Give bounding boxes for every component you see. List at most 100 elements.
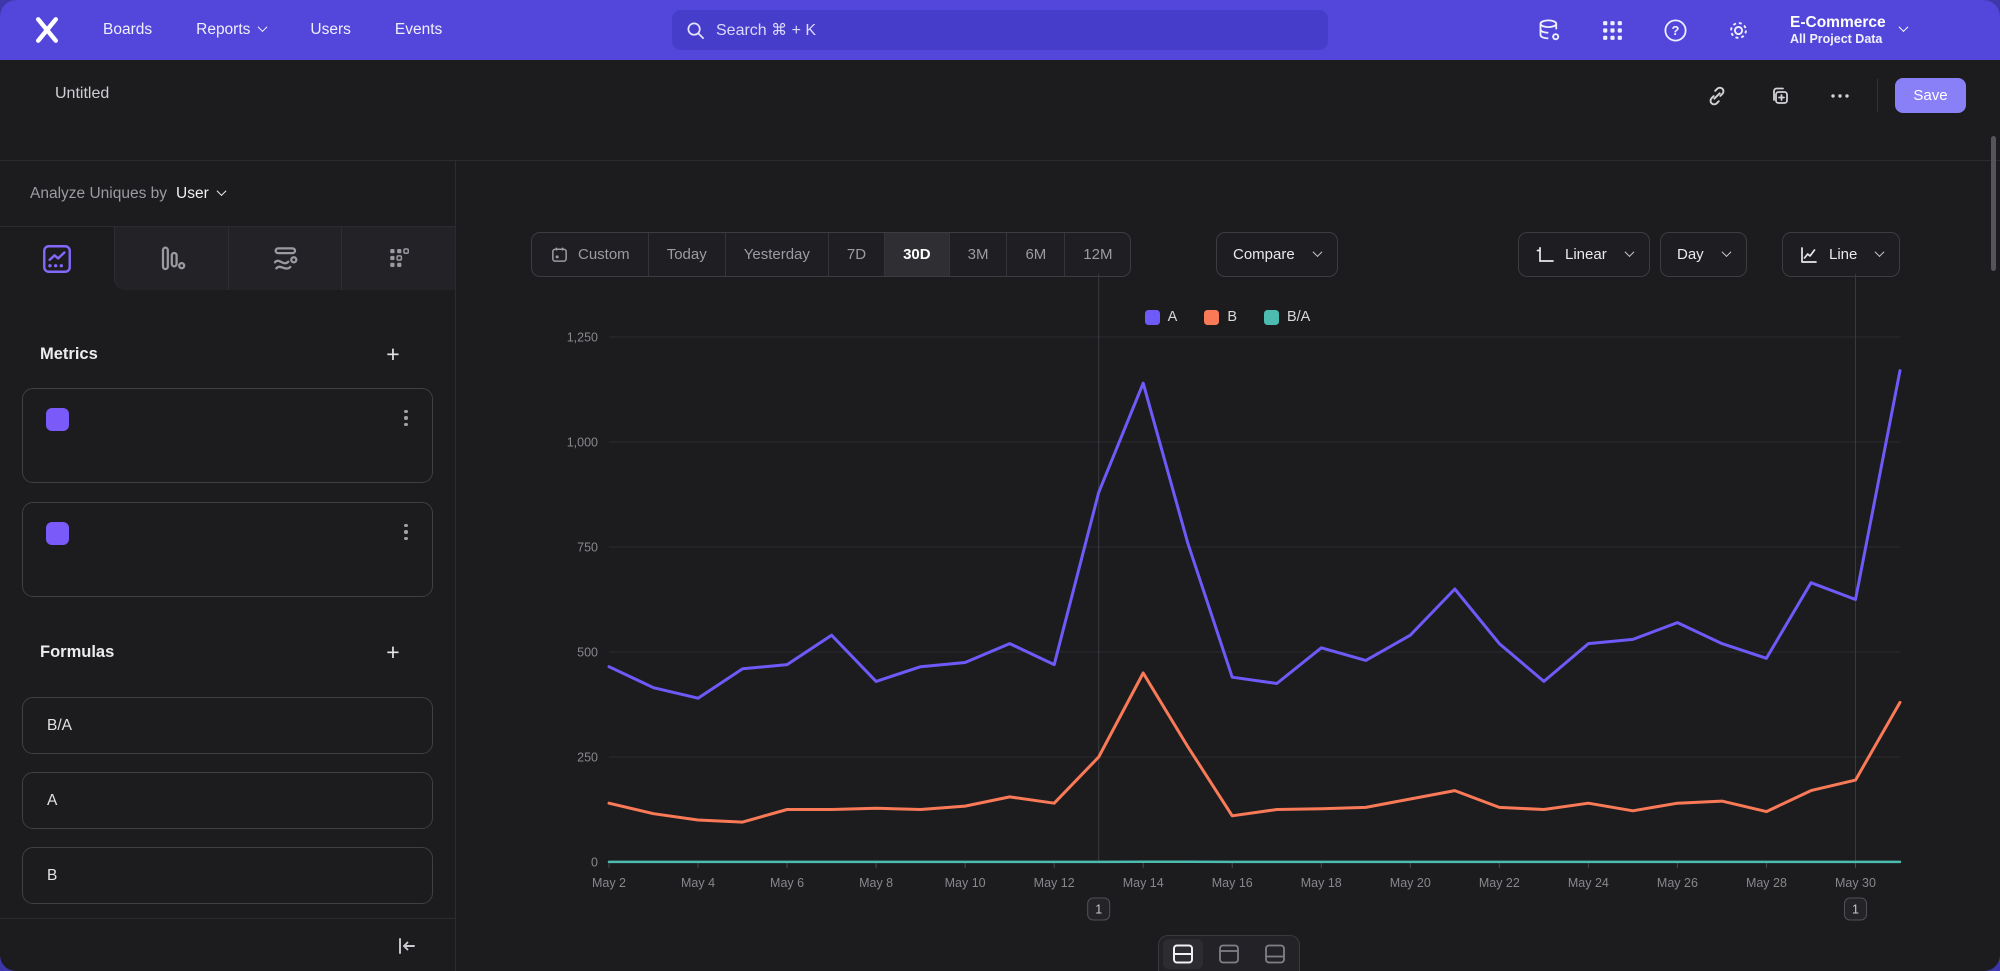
y-axis-tick-label: 0 (591, 856, 598, 870)
chevron-down-icon (258, 22, 268, 32)
nav-item-events[interactable]: Events (395, 21, 442, 39)
layout-switcher (1158, 935, 1300, 971)
report-type-tabs (0, 227, 455, 290)
series-line-a[interactable] (609, 371, 1900, 699)
metric-card-b[interactable] (22, 502, 433, 597)
x-axis-tick-label: May 22 (1479, 876, 1520, 890)
more-options-icon[interactable] (1828, 84, 1852, 108)
nav-item-label: Users (310, 21, 350, 39)
search-icon (686, 21, 705, 40)
annotation-badge-label: 1 (1852, 903, 1859, 917)
x-axis-tick-label: May 10 (945, 876, 986, 890)
copy-link-icon[interactable] (1705, 84, 1729, 108)
chart-bottom-icon (1263, 943, 1287, 965)
x-axis-tick-label: May 24 (1568, 876, 1609, 890)
x-axis-tick-label: May 4 (681, 876, 715, 890)
x-axis-tick-label: May 16 (1212, 876, 1253, 890)
metric-letter-badge (46, 408, 69, 431)
help-icon[interactable]: ? (1662, 17, 1689, 44)
save-button[interactable]: Save (1895, 78, 1966, 113)
series-line-b[interactable] (609, 673, 1900, 822)
range-label: Today (667, 246, 707, 263)
tab-retention[interactable] (341, 227, 455, 290)
funnels-icon (155, 243, 187, 275)
y-axis-tick-label: 750 (577, 541, 598, 555)
project-scope: All Project Data (1790, 32, 1886, 48)
nav-item-boards[interactable]: Boards (103, 21, 152, 39)
range-label: Yesterday (744, 246, 810, 263)
nav-right-cluster: ? E-Commerce All Project Data (1536, 0, 1907, 60)
layout-chart-top-button[interactable] (1209, 939, 1249, 969)
y-axis-tick-label: 1,250 (567, 331, 598, 345)
annotation-badge-label: 1 (1095, 903, 1102, 917)
report-title[interactable]: Untitled (55, 85, 109, 103)
range-label: Custom (578, 246, 630, 263)
search-input[interactable]: Search ⌘ + K (672, 10, 1328, 50)
retention-icon (384, 244, 414, 274)
svg-text:?: ? (1672, 23, 1680, 38)
layout-chart-bottom-button[interactable] (1255, 939, 1295, 969)
add-formula-button[interactable]: + (380, 640, 406, 666)
collapse-sidebar-icon[interactable] (392, 934, 420, 958)
project-name: E-Commerce (1790, 13, 1886, 32)
nav-item-users[interactable]: Users (310, 21, 350, 39)
range-label: 3M (968, 246, 989, 263)
calendar-icon (550, 245, 569, 264)
metric-options-icon[interactable] (397, 410, 415, 430)
x-axis-tick-label: May 28 (1746, 876, 1787, 890)
add-metric-button[interactable]: + (380, 342, 406, 368)
analyze-label: Analyze Uniques by (30, 185, 167, 203)
flows-icon (269, 243, 301, 275)
split-view-icon (1171, 943, 1195, 965)
chevron-down-icon (1721, 247, 1731, 257)
range-label: 30D (903, 246, 931, 263)
linear-axis-icon (1535, 245, 1555, 265)
formulas-section-title: Formulas (40, 643, 114, 662)
apps-grid-icon[interactable] (1599, 17, 1626, 44)
nav-item-label: Boards (103, 21, 152, 39)
top-nav: Boards Reports Users Events Search ⌘ + K (0, 0, 2000, 60)
nav-menu: Boards Reports Users Events (103, 21, 442, 39)
x-axis-tick-label: May 20 (1390, 876, 1431, 890)
chart-area: 02505007501,0001,25011May 2May 4May 6May… (540, 266, 1940, 930)
formula-label: B (47, 867, 57, 885)
sidebar-footer-divider (0, 918, 455, 919)
x-axis-tick-label: May 30 (1835, 876, 1876, 890)
tab-funnels[interactable] (114, 227, 228, 290)
line-chart-icon (1799, 245, 1819, 265)
formula-card[interactable]: A (22, 772, 433, 829)
layout-split-view-button[interactable] (1163, 939, 1203, 969)
x-axis-tick-label: May 18 (1301, 876, 1342, 890)
metric-card-a[interactable] (22, 388, 433, 483)
x-axis-tick-label: May 12 (1034, 876, 1075, 890)
duplicate-icon[interactable] (1767, 84, 1791, 108)
chart-top-icon (1217, 943, 1241, 965)
y-axis-tick-label: 250 (577, 751, 598, 765)
formula-label: A (47, 792, 57, 810)
metrics-section-title: Metrics (40, 345, 98, 364)
nav-item-reports[interactable]: Reports (196, 21, 266, 39)
chevron-down-icon (1875, 247, 1885, 257)
range-label: 12M (1083, 246, 1112, 263)
app-window: Boards Reports Users Events Search ⌘ + K (0, 0, 2000, 971)
x-axis-tick-label: May 6 (770, 876, 804, 890)
data-management-icon[interactable] (1536, 17, 1563, 44)
search-placeholder: Search ⌘ + K (716, 20, 816, 40)
insights-chart-icon (40, 242, 74, 276)
x-axis-tick-label: May 8 (859, 876, 893, 890)
chevron-down-icon (1898, 22, 1908, 32)
formula-card[interactable]: B (22, 847, 433, 904)
project-switcher[interactable]: E-Commerce All Project Data (1790, 13, 1907, 48)
formula-card[interactable]: B/A (22, 697, 433, 754)
range-label: 6M (1025, 246, 1046, 263)
analyze-by-dropdown[interactable]: User (176, 185, 225, 203)
tab-flows[interactable] (228, 227, 342, 290)
scrollbar-thumb[interactable] (1991, 136, 1996, 271)
settings-gear-icon[interactable] (1725, 17, 1752, 44)
x-axis-tick-label: May 26 (1657, 876, 1698, 890)
chevron-down-icon (1312, 247, 1322, 257)
x-axis-tick-label: May 2 (592, 876, 626, 890)
mixpanel-logo-icon[interactable] (32, 15, 62, 45)
tab-insights[interactable] (0, 227, 114, 290)
metric-options-icon[interactable] (397, 524, 415, 544)
